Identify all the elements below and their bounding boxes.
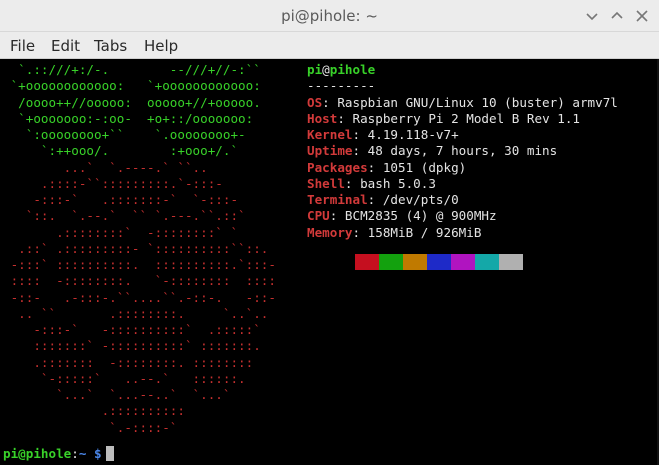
art-leaves: `.::///+:/-. --///+//-:`` `+oooooooooooo… <box>10 62 261 159</box>
info-row-kernel: Kernel: 4.19.118-v7+ <box>307 127 459 142</box>
info-row-packages: Packages: 1051 (dpkg) <box>307 159 467 175</box>
info-user: pi <box>307 62 323 77</box>
info-separator: --------- <box>307 78 376 94</box>
palette-swatch-0 <box>331 254 355 270</box>
menu-help[interactable]: Help <box>144 37 178 55</box>
system-info: pi@pihole --------- OS: Raspbian GNU/Lin… <box>307 62 618 241</box>
color-palette <box>331 254 523 270</box>
info-row-host: Host: Raspberry Pi 2 Model B Rev 1.1 <box>307 110 580 126</box>
terminal-output[interactable]: `.::///+:/-. --///+//-:`` `+oooooooooooo… <box>0 59 659 465</box>
text-cursor <box>105 446 114 461</box>
terminal-window: pi@pihole: ~ File Edit Tabs Help `.::///… <box>0 0 659 465</box>
info-at: @ <box>322 62 330 77</box>
info-row-terminal: Terminal: /dev/pts/0 <box>307 192 459 207</box>
maximize-icon[interactable] <box>609 8 625 24</box>
shell-prompt[interactable]: pi@pihole:~ $ <box>3 446 114 462</box>
info-row-memory: Memory: 158MiB / 926MiB <box>307 224 482 240</box>
info-row-shell: Shell: bash 5.0.3 <box>307 175 436 191</box>
palette-swatch-5 <box>451 254 475 270</box>
title-bar[interactable]: pi@pihole: ~ <box>0 0 659 32</box>
info-row-uptime: Uptime: 48 days, 7 hours, 30 mins <box>307 143 558 159</box>
palette-swatch-4 <box>427 254 451 270</box>
prompt-symbol: $ <box>86 446 102 461</box>
palette-swatch-2 <box>379 254 403 270</box>
menu-tabs[interactable]: Tabs <box>94 37 127 55</box>
palette-swatch-1 <box>355 254 379 270</box>
info-row-os: OS: Raspbian GNU/Linux 10 (buster) armv7… <box>307 94 618 110</box>
menu-edit[interactable]: Edit <box>51 37 80 55</box>
art-berry: ...` `.----.` ``.. .::::-``:::::::::.`-:… <box>10 159 276 435</box>
prompt-colon: : <box>71 446 79 461</box>
info-row-cpu: CPU: BCM2835 (4) @ 900MHz <box>307 208 497 224</box>
close-icon[interactable] <box>634 8 650 24</box>
menu-file[interactable]: File <box>10 37 35 55</box>
raspberry-logo-ascii: `.::///+:/-. --///+//-:`` `+oooooooooooo… <box>3 62 276 436</box>
minimize-icon[interactable] <box>584 8 600 24</box>
palette-swatch-7 <box>499 254 523 270</box>
info-host: pihole <box>329 62 376 77</box>
prompt-host: pi@pihole <box>3 446 72 461</box>
palette-swatch-3 <box>403 254 427 270</box>
window-title: pi@pihole: ~ <box>281 7 378 25</box>
palette-swatch-6 <box>475 254 499 270</box>
menu-bar: File Edit Tabs Help <box>0 32 659 59</box>
